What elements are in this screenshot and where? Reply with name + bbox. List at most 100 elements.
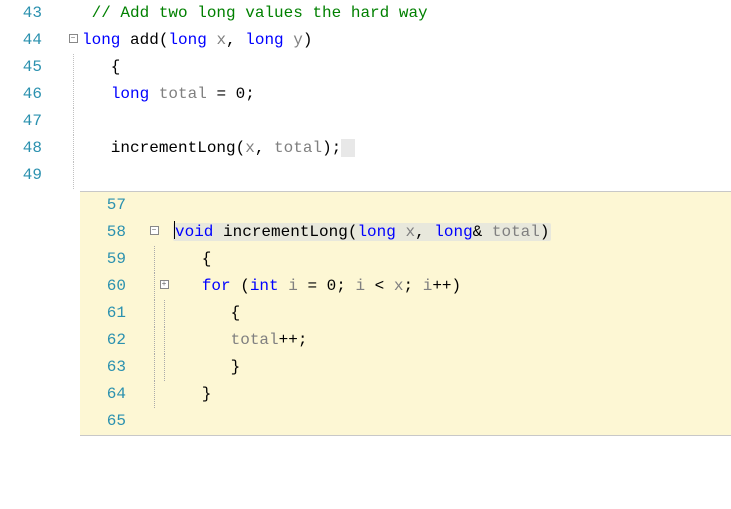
code-token: long [168, 31, 206, 49]
line-number: 43 [0, 0, 50, 27]
code-token: , [255, 139, 274, 157]
code-text[interactable]: { [169, 246, 211, 273]
fold-gutter-secondary[interactable]: + [159, 273, 169, 289]
code-line[interactable]: 43 // Add two long values the hard way [0, 0, 731, 27]
fold-gutter[interactable]: − [149, 219, 159, 235]
code-line[interactable]: 49 [0, 162, 731, 189]
code-text[interactable]: long add(long x, long y) [78, 27, 312, 54]
fold-gutter[interactable] [68, 81, 78, 108]
line-number: 45 [0, 54, 50, 81]
fold-guide [154, 381, 155, 408]
peek-code-line[interactable]: 64 } [80, 381, 731, 408]
peek-code-line[interactable]: 59 { [80, 246, 731, 273]
code-token: ); [322, 139, 341, 157]
code-line[interactable]: 45 { [0, 54, 731, 81]
code-text[interactable]: total++; [169, 327, 307, 354]
code-token: total [492, 223, 540, 241]
code-token: ) [303, 31, 313, 49]
fold-gutter[interactable] [149, 354, 159, 381]
code-token [173, 277, 202, 295]
code-token [173, 331, 231, 349]
code-editor[interactable]: 43 // Add two long values the hard way44… [0, 0, 731, 436]
peek-code-line[interactable]: 65 [80, 408, 731, 435]
code-token: } [173, 385, 211, 403]
fold-gutter[interactable]: − [68, 27, 78, 43]
code-text[interactable]: } [169, 354, 240, 381]
peek-code-line[interactable]: 63 } [80, 354, 731, 381]
code-text[interactable]: { [78, 54, 120, 81]
code-token: long [111, 85, 149, 103]
fold-gutter[interactable] [68, 54, 78, 81]
fold-gutter-secondary[interactable] [159, 354, 169, 381]
fold-gutter[interactable] [149, 408, 159, 415]
fold-gutter-secondary[interactable] [159, 246, 169, 253]
fold-gutter-secondary[interactable] [159, 381, 169, 388]
fold-guide [154, 354, 155, 381]
line-number: 49 [0, 162, 50, 189]
fold-guide [73, 81, 74, 108]
code-line[interactable]: 47 [0, 108, 731, 135]
fold-guide [154, 300, 155, 327]
peek-code-line[interactable]: 57 [80, 192, 731, 219]
peek-code-area[interactable]: 5758−void incrementLong(long x, long& to… [80, 192, 731, 435]
code-text[interactable]: long total = 0; [78, 81, 255, 108]
code-text[interactable]: // Add two long values the hard way [78, 0, 428, 27]
code-text[interactable]: } [169, 381, 211, 408]
code-text[interactable]: incrementLong(x, total); [78, 135, 355, 162]
line-number: 64 [80, 381, 136, 408]
fold-gutter[interactable] [149, 381, 159, 408]
line-number: 63 [80, 354, 136, 381]
fold-gutter[interactable] [149, 300, 159, 327]
fold-toggle-icon[interactable]: − [150, 226, 159, 235]
fold-gutter[interactable] [68, 135, 78, 162]
code-token: total [159, 85, 207, 103]
line-number: 48 [0, 135, 50, 162]
fold-gutter[interactable] [149, 246, 159, 273]
code-text[interactable]: { [169, 300, 240, 327]
peek-code-line[interactable]: 62 total++; [80, 327, 731, 354]
peek-code-line[interactable]: 61 { [80, 300, 731, 327]
code-token: i [423, 277, 433, 295]
fold-guide [154, 327, 155, 354]
line-number: 62 [80, 327, 136, 354]
code-token [396, 223, 406, 241]
fold-gutter-secondary[interactable] [159, 408, 169, 415]
fold-guide [164, 300, 165, 327]
line-number: 57 [80, 192, 136, 219]
fold-gutter[interactable] [149, 192, 159, 199]
code-line[interactable]: 46 long total = 0; [0, 81, 731, 108]
main-code-area[interactable]: 43 // Add two long values the hard way44… [0, 0, 731, 189]
fold-gutter-secondary[interactable] [159, 192, 169, 199]
fold-guide [73, 54, 74, 81]
code-text[interactable]: void incrementLong(long x, long& total) [169, 219, 551, 246]
fold-gutter[interactable] [68, 162, 78, 189]
code-token: long [82, 31, 120, 49]
code-line[interactable]: 48 incrementLong(x, total); [0, 135, 731, 162]
code-token: add( [120, 31, 168, 49]
fold-toggle-icon[interactable]: − [69, 34, 78, 43]
fold-gutter-secondary[interactable] [159, 219, 169, 226]
code-token: ) [540, 223, 550, 241]
code-token: long [434, 223, 472, 241]
code-token: { [82, 58, 120, 76]
fold-gutter[interactable] [149, 273, 159, 300]
fold-toggle-icon[interactable]: + [160, 280, 169, 289]
code-token: y [293, 31, 303, 49]
code-text[interactable]: for (int i = 0; i < x; i++) [169, 273, 461, 300]
code-token [279, 277, 289, 295]
fold-gutter-secondary[interactable] [159, 300, 169, 327]
fold-gutter[interactable] [149, 327, 159, 354]
fold-gutter-secondary[interactable] [159, 327, 169, 354]
code-token: x [394, 277, 404, 295]
line-number: 46 [0, 81, 50, 108]
fold-gutter[interactable] [68, 0, 78, 7]
fold-gutter[interactable] [68, 108, 78, 135]
code-token: x [405, 223, 415, 241]
code-token: } [173, 358, 240, 376]
code-line[interactable]: 44−long add(long x, long y) [0, 27, 731, 54]
peek-definition-panel[interactable]: 5758−void incrementLong(long x, long& to… [80, 191, 731, 436]
peek-code-line[interactable]: 58−void incrementLong(long x, long& tota… [80, 219, 731, 246]
text-caret [174, 221, 175, 239]
code-token [207, 31, 217, 49]
peek-code-line[interactable]: 60+ for (int i = 0; i < x; i++) [80, 273, 731, 300]
